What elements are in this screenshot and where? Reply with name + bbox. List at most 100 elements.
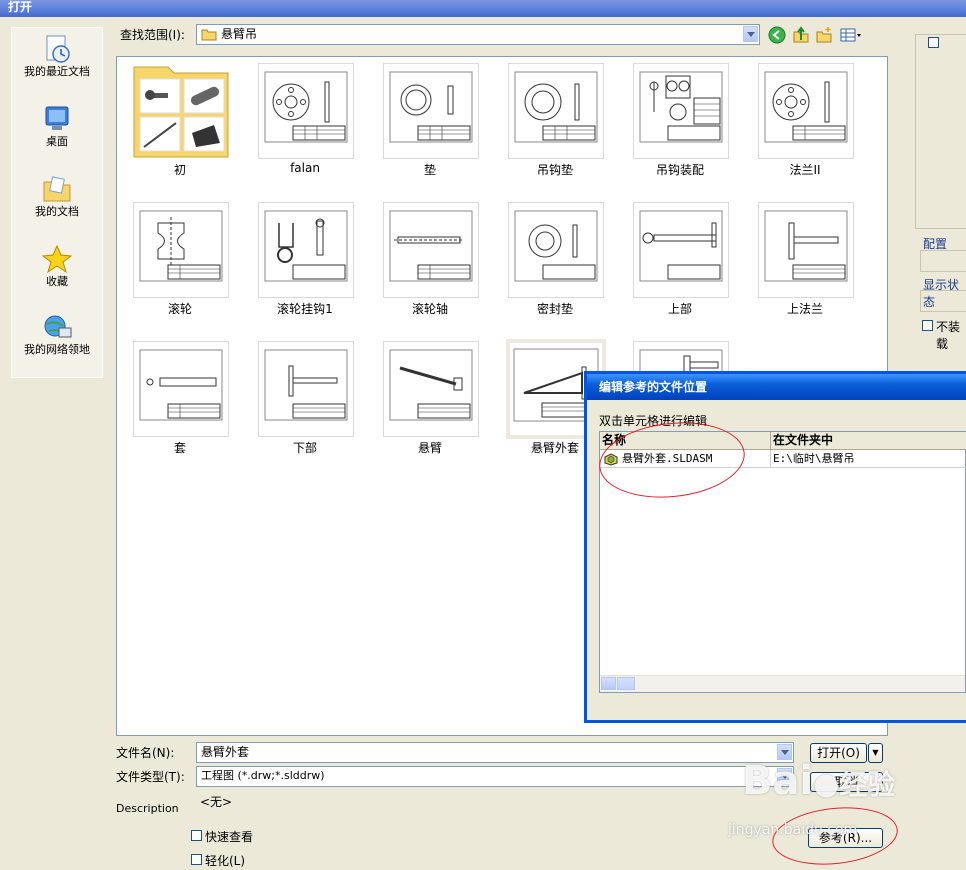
- drawing-preview-icon: [389, 349, 473, 421]
- drawing-preview-icon: [639, 71, 723, 143]
- file-name: 悬臂: [417, 441, 442, 455]
- file-name: 套: [173, 441, 186, 455]
- drawing-preview-icon: [764, 71, 848, 143]
- description-label: Description: [116, 802, 179, 815]
- ref-cell-folder[interactable]: E:\临时\悬臂吊: [771, 450, 966, 468]
- file-thumb-drawing[interactable]: [133, 202, 229, 298]
- file-thumb-drawing[interactable]: [133, 341, 229, 437]
- lookin-dropdown-arrow[interactable]: [743, 26, 758, 42]
- folder-preview-icon: [133, 66, 229, 158]
- place-favorites[interactable]: 收藏: [12, 244, 102, 288]
- file-name: falan: [290, 161, 320, 175]
- file-name: 初: [173, 163, 186, 177]
- watermark-brand-2: 经验: [839, 768, 896, 801]
- file-name: 垫: [423, 163, 436, 177]
- place-desktop[interactable]: 桌面: [12, 104, 102, 148]
- file-name: 滚轮: [167, 302, 192, 316]
- no-load-checkbox[interactable]: [922, 320, 933, 331]
- scroll-thumb[interactable]: [617, 677, 635, 690]
- place-network-label: 我的网络领地: [24, 343, 90, 356]
- scroll-left-button[interactable]: [601, 677, 616, 690]
- file-name: 上部: [667, 302, 692, 316]
- drawing-preview-icon: [514, 210, 598, 282]
- lookin-value: 悬臂吊: [221, 27, 258, 41]
- file-thumb-drawing[interactable]: [508, 63, 604, 159]
- filename-input[interactable]: 悬臂外套: [196, 742, 794, 763]
- file-name: 滚轮挂钩1: [277, 302, 333, 316]
- lightweight-label: 轻化(L): [205, 854, 246, 868]
- filename-value: 悬臂外套: [201, 745, 250, 759]
- new-folder-icon[interactable]: [815, 26, 833, 44]
- description-value: <无>: [200, 795, 233, 809]
- folder-icon: [201, 29, 217, 41]
- file-thumb-drawing[interactable]: [383, 341, 479, 437]
- drawing-preview-icon: [764, 210, 848, 282]
- file-thumb-drawing[interactable]: [633, 63, 729, 159]
- desktop-icon: [45, 106, 69, 130]
- display-state-box[interactable]: [920, 290, 966, 312]
- lookin-label: 查找范围(I):: [120, 28, 185, 42]
- edit-references-dialog: 编辑参考的文件位置 双击单元格进行编辑 名称 在文件夹中 悬臂外套.SLDASM…: [584, 371, 966, 723]
- paw-icon: ●: [813, 767, 840, 802]
- file-name: 上法兰: [786, 302, 823, 316]
- file-thumb-drawing[interactable]: [258, 63, 354, 159]
- recent-documents-icon: [46, 35, 70, 63]
- drawing-preview-icon: [139, 349, 223, 421]
- file-thumb-drawing[interactable]: [633, 202, 729, 298]
- file-thumb-drawing[interactable]: [383, 63, 479, 159]
- file-thumb-drawing[interactable]: [508, 202, 604, 298]
- place-favorites-label: 收藏: [46, 275, 68, 288]
- file-name: 吊钩垫: [536, 163, 573, 177]
- place-desktop-label: 桌面: [46, 135, 68, 148]
- drawing-preview-icon: [639, 210, 723, 282]
- config-box[interactable]: [920, 250, 966, 272]
- up-folder-icon[interactable]: [792, 26, 810, 44]
- file-name: 法兰II: [789, 163, 821, 177]
- place-mydocs-label: 我的文档: [35, 205, 79, 218]
- my-documents-icon: [43, 176, 71, 202]
- filetype-select[interactable]: 工程图 (*.drw;*.slddrw): [196, 766, 794, 787]
- col-header-folder[interactable]: 在文件夹中: [771, 432, 966, 450]
- file-thumb-drawing[interactable]: [758, 63, 854, 159]
- lookin-combo[interactable]: 悬臂吊: [196, 24, 760, 45]
- drawing-preview-icon: [514, 71, 598, 143]
- quick-view-checkbox[interactable]: [191, 830, 202, 841]
- filetype-value: 工程图 (*.drw;*.slddrw): [201, 769, 325, 782]
- filetype-label: 文件类型(T):: [116, 770, 185, 784]
- filename-label: 文件名(N):: [116, 746, 175, 760]
- file-thumb-drawing[interactable]: [258, 202, 354, 298]
- favorites-star-icon: [41, 244, 73, 274]
- drawing-preview-icon: [389, 71, 473, 143]
- place-recent-label: 我的最近文档: [24, 65, 90, 78]
- watermark-brand: Bai: [742, 758, 814, 804]
- quick-view-label: 快速查看: [205, 830, 254, 844]
- drawing-preview-icon: [139, 210, 223, 282]
- window-title: 打开: [0, 0, 966, 17]
- preview-panel: [915, 34, 966, 229]
- drawing-preview-icon: [264, 210, 348, 282]
- no-load-label: 不装载: [936, 320, 961, 351]
- drawing-preview-icon: [261, 66, 351, 156]
- view-menu-icon[interactable]: [839, 26, 863, 44]
- watermark-url: jingyan.baidu.com: [728, 822, 858, 838]
- place-recent[interactable]: 我的最近文档: [12, 34, 102, 78]
- file-thumb-drawing[interactable]: [758, 202, 854, 298]
- place-network[interactable]: 我的网络领地: [12, 312, 102, 356]
- back-icon[interactable]: [768, 26, 786, 44]
- lightweight-checkbox[interactable]: [191, 854, 202, 865]
- file-thumb-folder[interactable]: [132, 63, 232, 159]
- watermark-logo: Bai●经验: [742, 758, 895, 804]
- drawing-preview-icon: [264, 349, 348, 421]
- file-name: 滚轮轴: [411, 302, 448, 316]
- network-places-icon: [44, 315, 72, 338]
- file-name: 吊钩装配: [655, 163, 704, 177]
- places-bar: 我的最近文档 桌面 我的文档 收藏 我的网络领地: [11, 27, 103, 378]
- grid-horizontal-scrollbar[interactable]: [600, 675, 965, 692]
- file-name: 下部: [292, 441, 317, 455]
- file-thumb-drawing[interactable]: [258, 341, 354, 437]
- place-mydocs[interactable]: 我的文档: [12, 174, 102, 218]
- preview-checkbox[interactable]: [928, 37, 939, 48]
- dialog-title: 编辑参考的文件位置: [587, 374, 966, 400]
- file-thumb-drawing[interactable]: [383, 202, 479, 298]
- file-name: 密封垫: [536, 302, 573, 316]
